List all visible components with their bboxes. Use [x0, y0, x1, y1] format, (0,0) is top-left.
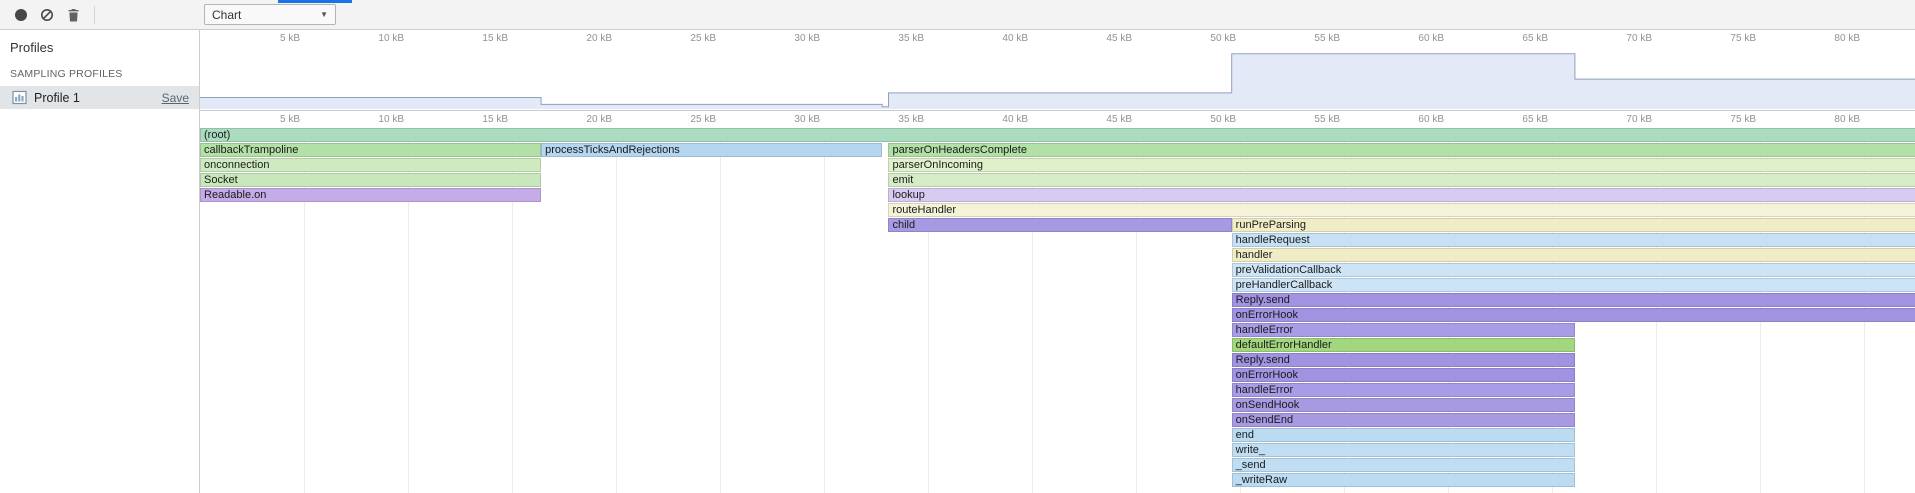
profile-name: Profile 1	[34, 91, 162, 105]
flame-frame[interactable]: preHandlerCallback	[1232, 278, 1915, 292]
ruler-tick-label: 35 kB	[864, 114, 924, 125]
record-button[interactable]	[8, 2, 34, 28]
flame-frame[interactable]: callbackTrampoline	[200, 143, 541, 157]
chevron-down-icon: ▼	[320, 10, 328, 19]
flame-frame[interactable]: _send	[1232, 458, 1575, 472]
ruler-tick-label: 30 kB	[760, 114, 820, 125]
ruler-tick-label: 50 kB	[1176, 114, 1236, 125]
flame-frame[interactable]: Socket	[200, 173, 541, 187]
ruler-tick-label: 15 kB	[448, 114, 508, 125]
flame-frame[interactable]: handleRequest	[1232, 233, 1915, 247]
gridline	[720, 128, 721, 493]
flame-frame[interactable]: handleError	[1232, 323, 1575, 337]
ruler-tick-label: 40 kB	[968, 114, 1028, 125]
ruler-tick-label: 5 kB	[240, 33, 300, 44]
flame-frame[interactable]: write_	[1232, 443, 1575, 457]
flame-frame[interactable]: _writeRaw	[1232, 473, 1575, 487]
record-icon	[15, 9, 27, 21]
ruler-tick-label: 40 kB	[968, 33, 1028, 44]
ruler-tick-label: 75 kB	[1696, 114, 1756, 125]
flame-frame[interactable]: onErrorHook	[1232, 308, 1915, 322]
view-mode-select[interactable]: Chart ▼	[204, 4, 336, 25]
ruler-tick-label: 25 kB	[656, 33, 716, 44]
ruler-tick-label: 65 kB	[1488, 114, 1548, 125]
flame-frame[interactable]: child	[888, 218, 1231, 232]
flame-frame[interactable]: processTicksAndRejections	[541, 143, 882, 157]
save-profile-link[interactable]: Save	[162, 91, 189, 105]
flame-frame[interactable]: onconnection	[200, 158, 541, 172]
active-tab-accent	[278, 0, 352, 3]
ruler-tick-label: 10 kB	[344, 33, 404, 44]
profile-icon	[12, 90, 27, 105]
ruler-tick-label: 5 kB	[240, 114, 300, 125]
flame-frame[interactable]: onSendHook	[1232, 398, 1575, 412]
profile-list-item[interactable]: Profile 1 Save	[0, 86, 199, 109]
chart-panel: 5 kB 10 kB 15 kB 20 kB 25 kB 30 kB 35 kB 40 kB 4…	[200, 30, 1915, 493]
ruler-tick-label: 60 kB	[1384, 114, 1444, 125]
overview-ruler: 5 kB 10 kB 15 kB 20 kB 25 kB 30 kB 35 kB 40 kB 4…	[200, 30, 1915, 47]
flame-frame[interactable]: routeHandler	[888, 203, 1915, 217]
flame-frame[interactable]: defaultErrorHandler	[1232, 338, 1575, 352]
ruler-tick-label: 25 kB	[656, 114, 716, 125]
flame-frame[interactable]: parserOnIncoming	[888, 158, 1915, 172]
memory-profiler-panel: Chart ▼ Profiles SAMPLING PROFILES Profi…	[0, 0, 1915, 493]
flame-frame[interactable]: onErrorHook	[1232, 368, 1575, 382]
overview-svg	[200, 47, 1915, 110]
flame-frame[interactable]: onSendEnd	[1232, 413, 1575, 427]
ruler-tick-label: 45 kB	[1072, 33, 1132, 44]
ruler-tick-label: 65 kB	[1488, 33, 1548, 44]
ruler-tick-label: 55 kB	[1280, 114, 1340, 125]
flame-frame[interactable]: Reply.send	[1232, 293, 1915, 307]
toolbar: Chart ▼	[0, 0, 1915, 30]
ruler-tick-label: 55 kB	[1280, 33, 1340, 44]
flame-frame[interactable]: (root)	[200, 128, 1915, 142]
ruler-tick-label: 15 kB	[448, 33, 508, 44]
sidebar-title: Profiles	[0, 30, 199, 64]
ruler-tick-label: 10 kB	[344, 114, 404, 125]
flame-frame[interactable]: lookup	[888, 188, 1915, 202]
ruler-tick-label: 80 kB	[1800, 33, 1860, 44]
ruler-tick-label: 35 kB	[864, 33, 924, 44]
flame-frame[interactable]: emit	[888, 173, 1915, 187]
ruler-tick-label: 45 kB	[1072, 114, 1132, 125]
delete-profile-button[interactable]	[60, 2, 86, 28]
profiles-sidebar: Profiles SAMPLING PROFILES Profile 1 Sav…	[0, 30, 200, 493]
ruler-tick-label: 50 kB	[1176, 33, 1236, 44]
gridline	[616, 128, 617, 493]
flame-frame[interactable]: Readable.on	[200, 188, 541, 202]
gridline	[824, 128, 825, 493]
flame-chart[interactable]: (root)callbackTrampolineprocessTicksAndR…	[200, 128, 1915, 493]
flame-frame[interactable]: runPreParsing	[1232, 218, 1915, 232]
trash-icon	[67, 8, 80, 22]
toolbar-separator	[94, 6, 95, 24]
ruler-tick-label: 80 kB	[1800, 114, 1860, 125]
ruler-tick-label: 60 kB	[1384, 33, 1444, 44]
ruler-tick-label: 30 kB	[760, 33, 820, 44]
flame-frame[interactable]: handler	[1232, 248, 1915, 262]
overview-timeline[interactable]	[200, 47, 1915, 111]
sampling-profiles-section-label: SAMPLING PROFILES	[0, 64, 199, 86]
circle-slash-icon	[40, 8, 54, 22]
flame-frame[interactable]: preValidationCallback	[1232, 263, 1915, 277]
flame-frame[interactable]: end	[1232, 428, 1575, 442]
ruler-tick-label: 75 kB	[1696, 33, 1756, 44]
view-mode-value: Chart	[212, 8, 241, 22]
ruler-tick-label: 20 kB	[552, 33, 612, 44]
ruler-tick-label: 20 kB	[552, 114, 612, 125]
flame-frame[interactable]: Reply.send	[1232, 353, 1575, 367]
flame-frame[interactable]: handleError	[1232, 383, 1575, 397]
detail-ruler: 5 kB 10 kB 15 kB 20 kB 25 kB 30 kB 35 kB 40 kB 4…	[200, 111, 1915, 128]
clear-profiles-button[interactable]	[34, 2, 60, 28]
flame-frame[interactable]: parserOnHeadersComplete	[888, 143, 1915, 157]
ruler-tick-label: 70 kB	[1592, 33, 1652, 44]
ruler-tick-label: 70 kB	[1592, 114, 1652, 125]
